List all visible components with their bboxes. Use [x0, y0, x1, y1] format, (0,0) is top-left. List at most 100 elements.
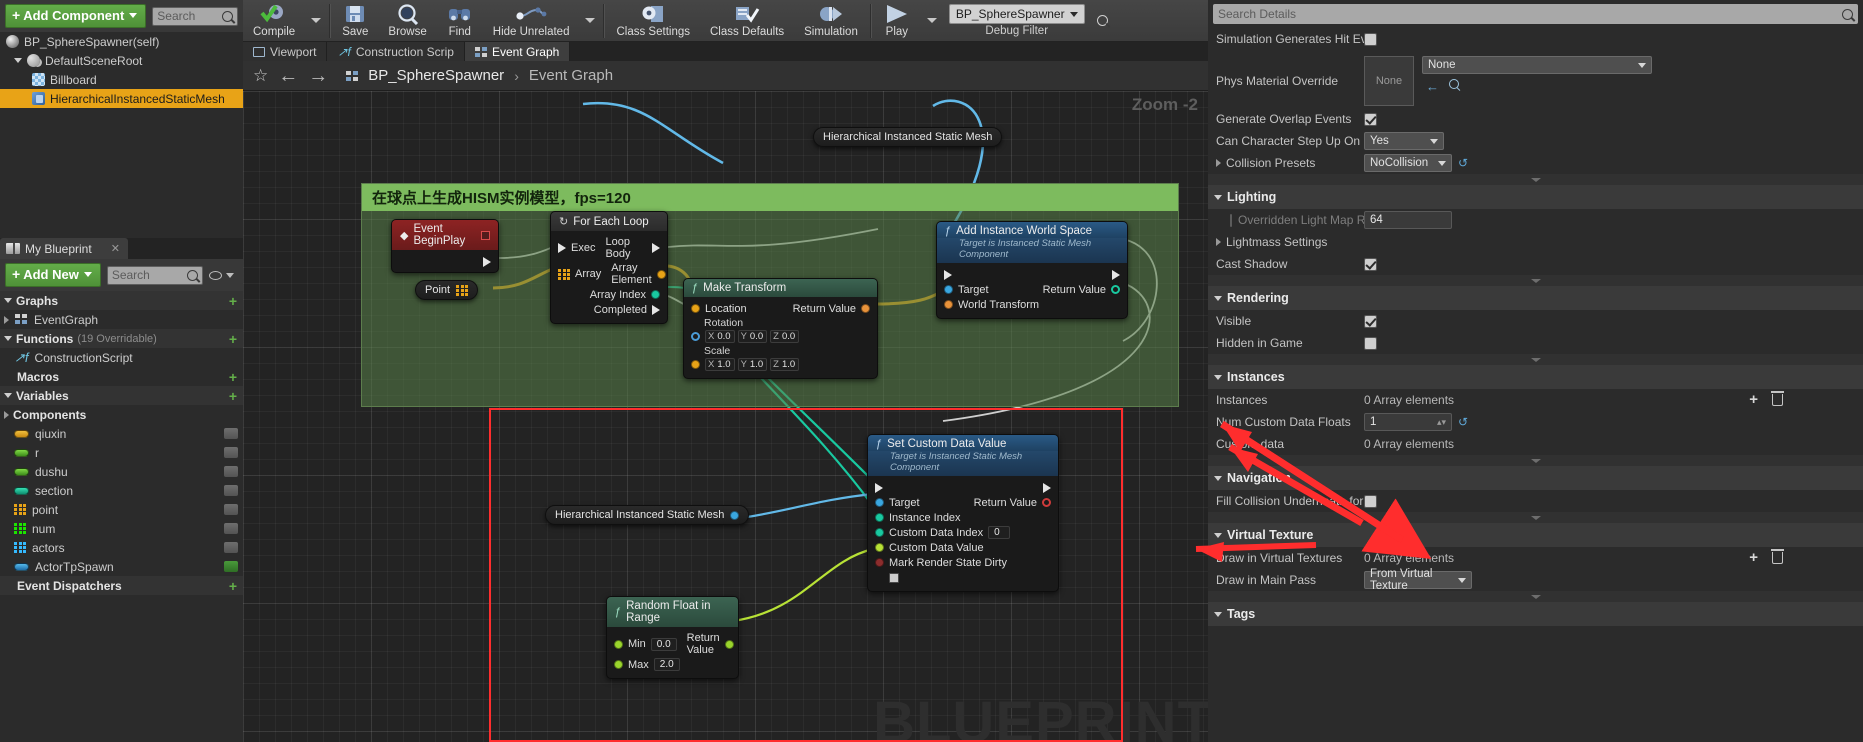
world-transform-in-pin[interactable]	[944, 300, 953, 309]
browse-icon[interactable]	[1449, 79, 1459, 89]
variable-item[interactable]: actors	[0, 538, 243, 557]
rotation-in-pin[interactable]	[691, 331, 700, 341]
rotation-y-field[interactable]: Y 0.0	[737, 329, 768, 343]
section-collapse-handle[interactable]	[1208, 174, 1863, 185]
breadcrumb-current[interactable]: Event Graph	[529, 67, 613, 84]
variable-item[interactable]: ActorTpSpawn	[0, 557, 243, 576]
tab-viewport[interactable]: Viewport	[243, 42, 328, 61]
toolbar-class-settings-button[interactable]: Class Settings	[606, 0, 700, 42]
scale-x-field[interactable]: X 1.0	[705, 357, 735, 371]
toolbar-class-defaults-button[interactable]: Class Defaults	[700, 0, 794, 42]
array-element-out-pin[interactable]	[656, 269, 666, 279]
array-index-out-pin[interactable]	[651, 290, 660, 299]
generate-overlap-events-checkbox[interactable]	[1364, 112, 1377, 126]
visible-checkbox[interactable]	[1364, 314, 1377, 328]
category-lighting[interactable]: Lighting	[1208, 185, 1863, 209]
tab-construction-script[interactable]: ↗f Construction Scrip	[327, 42, 465, 61]
variable-item[interactable]: section	[0, 481, 243, 500]
can-character-step-up-on-dropdown[interactable]: Yes	[1364, 132, 1444, 150]
exec-out-pin[interactable]	[652, 243, 660, 253]
num-custom-data-floats-input[interactable]: 1 ▴▾	[1364, 413, 1452, 431]
node-for-each-loop[interactable]: ↻ For Each Loop Exec Loop Body Array Arr…	[550, 211, 668, 324]
return-value-out-pin[interactable]	[1111, 285, 1120, 294]
variable-item[interactable]: dushu	[0, 462, 243, 481]
section-collapse-handle[interactable]	[1208, 455, 1863, 466]
reset-icon[interactable]: ↺	[1458, 157, 1471, 170]
node-event-begin-play[interactable]: ◆ Event BeginPlay	[391, 219, 499, 273]
draw-in-main-pass-dropdown[interactable]: From Virtual Texture	[1364, 568, 1472, 592]
variable-item[interactable]: point	[0, 500, 243, 519]
cast-shadow-checkbox[interactable]	[1364, 257, 1377, 271]
category-instances[interactable]: Instances	[1208, 365, 1863, 389]
variable-item[interactable]: r	[0, 443, 243, 462]
clear-instances-button[interactable]	[1771, 391, 1784, 406]
play-options-chevron-icon[interactable]	[926, 18, 937, 23]
section-collapse-handle[interactable]	[1208, 591, 1863, 602]
exec-out-pin[interactable]	[483, 256, 491, 267]
variable-item[interactable]: num	[0, 519, 243, 538]
variable-visibility-toggle[interactable]	[224, 447, 238, 458]
collision-presets-dropdown[interactable]: NoCollision	[1364, 154, 1452, 172]
add-event-dispatcher-button[interactable]: +	[229, 578, 237, 594]
toolbar-find-button[interactable]: Find	[437, 0, 483, 42]
chevron-right-icon[interactable]	[1216, 159, 1221, 167]
section-graphs[interactable]: Graphs +	[0, 291, 243, 310]
variable-visibility-toggle[interactable]	[224, 504, 238, 515]
array-in-pin[interactable]	[558, 268, 570, 280]
components-search-input[interactable]: Search	[152, 6, 238, 26]
scale-in-pin[interactable]	[691, 359, 700, 369]
variables-group-components[interactable]: Components	[0, 405, 243, 424]
variable-item[interactable]: qiuxin	[0, 424, 243, 443]
debug-filter-dropdown[interactable]: BP_SphereSpawner	[948, 4, 1085, 24]
completed-out-pin[interactable]	[652, 304, 660, 315]
scale-z-field[interactable]: Z 1.0	[770, 357, 800, 371]
compile-options-chevron-icon[interactable]	[311, 18, 322, 23]
close-icon[interactable]: ✕	[111, 242, 120, 255]
array-out-pin[interactable]	[456, 284, 469, 296]
add-component-button[interactable]: + Add Component	[5, 4, 147, 28]
hidden-in-game-checkbox[interactable]	[1364, 336, 1377, 350]
section-collapse-handle[interactable]	[1208, 512, 1863, 523]
location-in-pin[interactable]	[691, 304, 700, 313]
return-value-out-pin[interactable]	[861, 304, 870, 313]
variable-visibility-toggle[interactable]	[224, 428, 238, 439]
add-graph-button[interactable]: +	[229, 293, 237, 309]
toolbar-browse-button[interactable]: Browse	[378, 0, 436, 42]
category-navigation[interactable]: Navigation	[1208, 466, 1863, 490]
section-collapse-handle[interactable]	[1208, 275, 1863, 286]
section-collapse-handle[interactable]	[1208, 354, 1863, 365]
tab-event-graph[interactable]: Event Graph	[464, 42, 571, 61]
tree-item-self[interactable]: BP_SphereSpawner(self)	[0, 32, 243, 51]
my-blueprint-search-input[interactable]: Search	[106, 265, 203, 285]
toolbar-save-button[interactable]: Save	[332, 0, 378, 42]
tree-item-billboard[interactable]: Billboard	[0, 70, 243, 89]
target-in-pin[interactable]	[944, 285, 953, 294]
phys-material-dropdown[interactable]: None	[1422, 56, 1652, 74]
toolbar-hide-unrelated-button[interactable]: Hide Unrelated	[483, 0, 580, 42]
add-new-button[interactable]: + Add New	[5, 263, 101, 287]
section-variables[interactable]: Variables +	[0, 386, 243, 405]
category-rendering[interactable]: Rendering	[1208, 286, 1863, 310]
simulation-generates-hit-events-checkbox[interactable]	[1364, 32, 1377, 46]
section-event-dispatchers[interactable]: Event Dispatchers +	[0, 576, 243, 595]
add-variable-button[interactable]: +	[229, 388, 237, 404]
back-arrow-icon[interactable]: ←	[1426, 79, 1439, 94]
function-item-constructionscript[interactable]: ↗f ConstructionScript	[0, 348, 243, 367]
back-arrow-icon[interactable]: ←	[278, 66, 298, 86]
bookmark-star-icon[interactable]: ☆	[253, 66, 268, 86]
overridden-light-map-res-input[interactable]: 64	[1364, 211, 1452, 229]
node-make-transform[interactable]: ƒ Make Transform Location Return Value R…	[683, 278, 878, 379]
rotation-z-field[interactable]: Z 0.0	[770, 329, 800, 343]
section-macros[interactable]: Macros +	[0, 367, 243, 386]
clear-virtual-textures-button[interactable]	[1771, 549, 1784, 564]
graph-canvas[interactable]: Zoom -2 BLUEPRINT 在球点上生成HISM实例模型，fps=120…	[243, 91, 1208, 742]
reset-icon[interactable]: ↺	[1458, 416, 1471, 429]
phys-material-thumbnail[interactable]: None	[1364, 56, 1414, 106]
breadcrumb-root[interactable]: BP_SphereSpawner	[368, 67, 504, 84]
exec-in-pin[interactable]	[558, 243, 566, 253]
add-virtual-texture-button[interactable]: +	[1749, 550, 1758, 565]
toolbar-play-button[interactable]: Play	[873, 0, 921, 42]
variable-visibility-toggle[interactable]	[224, 485, 238, 496]
variable-visibility-toggle[interactable]	[224, 561, 238, 572]
node-hism-variable-top[interactable]: Hierarchical Instanced Static Mesh	[813, 127, 1003, 147]
